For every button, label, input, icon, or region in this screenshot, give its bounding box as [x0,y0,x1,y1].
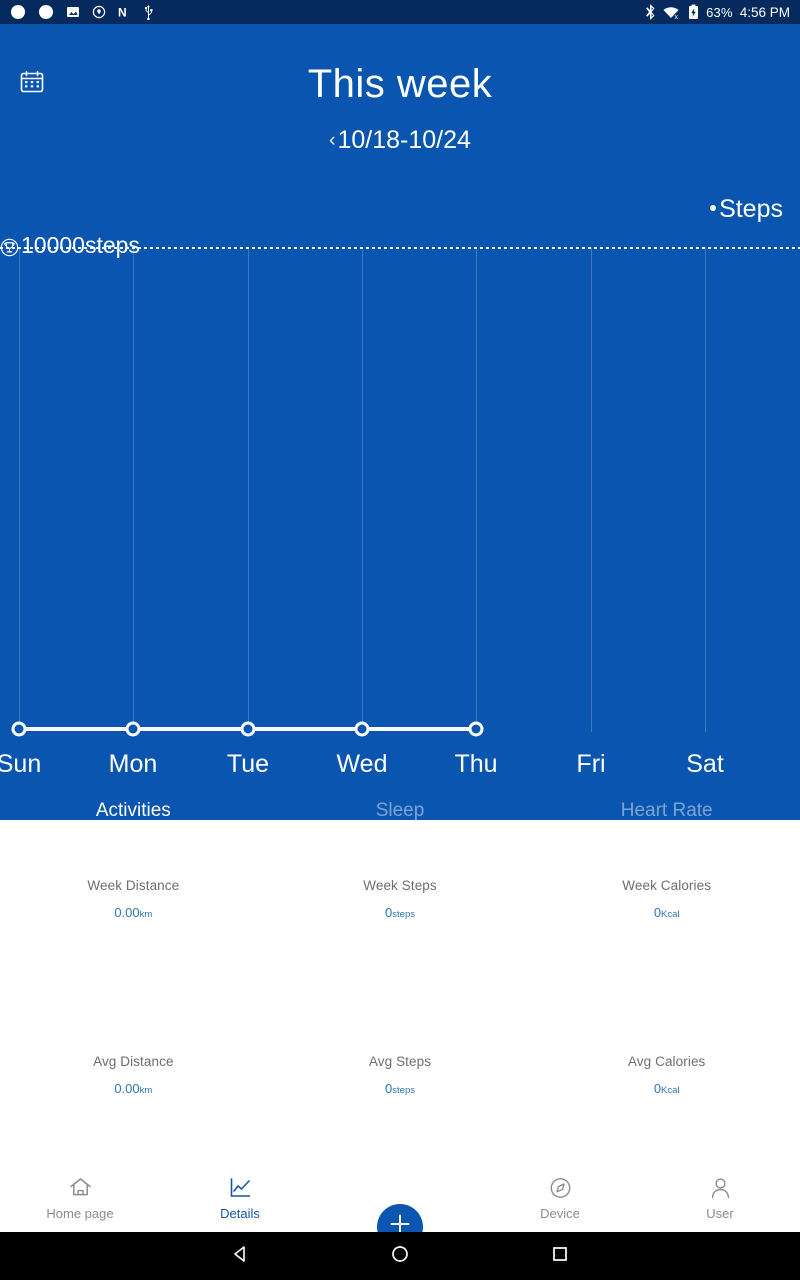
stat-label: Avg Steps [368,1054,432,1069]
stat-value: 0steps [385,905,415,920]
page-title: This week [307,62,493,106]
chart-data-point[interactable] [240,721,256,737]
nav-item-user[interactable]: User [640,1176,800,1221]
legend-dot-steps [710,204,717,211]
trophy-icon [0,236,19,257]
back-triangle-icon [230,1244,250,1269]
stat-value: 0steps [385,1081,415,1096]
status-bar-right-icons: x 63% 4:56 PM [645,4,790,20]
weekly-stats-row: Week Distance 0.00km Week Steps 0steps Week … [0,878,800,920]
nav-item-details[interactable]: Details [160,1176,320,1221]
usb-icon [143,4,154,20]
chart-line-segment [133,727,247,731]
steps-chart [0,247,800,737]
svg-text:x: x [675,14,679,20]
status-bar-clock: 4:56 PM [739,4,790,20]
android-home-button[interactable] [320,1244,480,1269]
tab-sleep[interactable]: Sleep [267,786,534,820]
avg-stat-cell: Avg Distance 0.00km [0,1054,267,1096]
photo-icon [66,5,80,19]
stat-value: 0Kcal [653,1081,680,1096]
battery-percent: 63% [706,4,733,20]
wifi-disconnected-icon: x [663,4,681,20]
android-back-button[interactable] [160,1244,320,1269]
battery-charging-icon [688,4,699,20]
week-stat-cell: Week Calories 0Kcal [533,878,800,920]
stat-value: 0.00km [114,905,153,920]
chart-icon [228,1176,253,1200]
goal-label: 10000steps [0,232,140,259]
chart-x-label: Mon [108,750,158,778]
status-bar-left-icons: N [10,4,154,20]
date-range-label: 10/18-10/24 [337,126,471,154]
chart-gridline [591,247,592,732]
chart-line-segment [362,727,476,731]
chart-gridline [362,247,363,732]
app-root: N x 63% 4:56 PM This week ‹ 10/18-10/24 … [0,0,800,1280]
week-stat-cell: Week Distance 0.00km [0,878,267,920]
android-recents-button[interactable] [480,1244,640,1269]
nav-label-user: User [706,1206,734,1221]
stat-value: 0Kcal [653,905,680,920]
app-sync-alt-icon [38,4,54,20]
person-icon [708,1176,733,1200]
svg-text:N: N [118,6,127,20]
legend-label-steps: Steps [719,195,783,223]
chart-data-point[interactable] [125,721,141,737]
home-icon [68,1176,93,1200]
avg-stat-cell: Avg Steps 0steps [267,1054,534,1096]
tab-activities[interactable]: Activities [0,786,267,820]
nav-item-device[interactable]: Device [480,1176,640,1221]
chart-x-label: Tue [226,750,270,778]
chart-gridline [476,247,477,732]
chart-x-label: Fri [576,750,606,778]
chart-line-segment [19,727,133,731]
stat-label: Week Calories [622,878,712,893]
chart-gridline [248,247,249,732]
app-sync-icon [10,4,26,20]
stat-label: Avg Distance [93,1054,174,1069]
stat-label: Avg Calories [627,1054,706,1069]
stat-value: 0.00km [114,1081,153,1096]
avg-stat-cell: Avg Calories 0Kcal [533,1054,800,1096]
status-bar: N x 63% 4:56 PM [0,0,800,24]
activity-header-panel: This week ‹ 10/18-10/24 Steps 10000steps [0,24,800,820]
stat-label: Week Distance [87,878,180,893]
chart-gridline [19,247,20,732]
home-circle-icon [390,1244,410,1269]
nav-label-device: Device [540,1206,580,1221]
chart-x-label: Thu [454,750,498,778]
compass-icon [548,1176,573,1200]
date-range-selector[interactable]: ‹ 10/18-10/24 [0,126,800,155]
chart-gridline [705,247,706,732]
chart-x-label: Wed [336,750,388,778]
stat-label: Week Steps [363,878,437,893]
chart-line-segment [248,727,362,731]
chart-data-point[interactable] [468,721,484,737]
tab-heart-rate[interactable]: Heart Rate [533,786,800,820]
metric-tabs[interactable]: Activities Sleep Heart Rate [0,786,800,820]
chart-data-point[interactable] [354,721,370,737]
chart-legend: Steps [710,195,783,224]
shield-location-icon [92,5,106,19]
chart-gridline [133,247,134,732]
chart-x-axis-labels: Sun Mon Tue Wed Thu Fri Sat [0,750,800,784]
letter-n-icon: N [118,5,131,20]
goal-label-text: 10000steps [21,232,140,258]
nav-item-home-page[interactable]: Home page [0,1176,160,1221]
bottom-navigation[interactable]: Home page Details Device User [0,1165,800,1250]
nav-label-home-page: Home page [46,1206,114,1221]
bluetooth-icon [645,4,656,20]
nav-label-details: Details [220,1206,260,1221]
recents-square-icon [550,1244,570,1269]
chart-x-label: Sun [0,750,42,778]
stats-section: Week Distance 0.00km Week Steps 0steps Week … [0,820,800,1165]
week-stat-cell: Week Steps 0steps [267,878,534,920]
chart-x-label: Sat [686,750,724,778]
previous-week-icon[interactable]: ‹ [329,131,335,150]
chart-data-point[interactable] [11,721,27,737]
android-navigation-bar[interactable] [0,1232,800,1280]
average-stats-row: Avg Distance 0.00km Avg Steps 0steps Avg Cal… [0,1054,800,1096]
